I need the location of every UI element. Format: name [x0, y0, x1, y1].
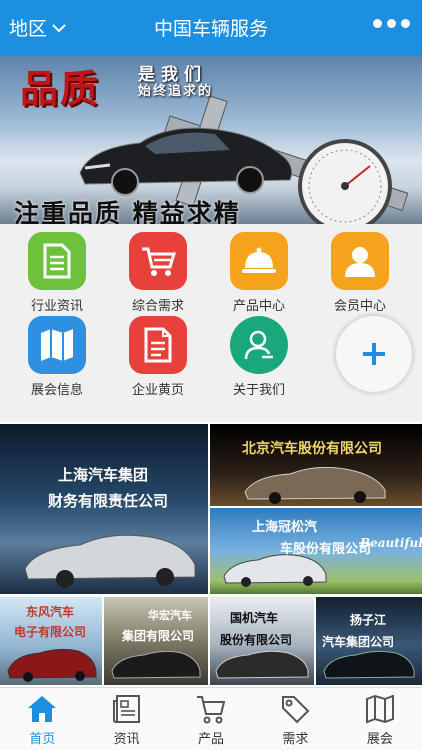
hero-banner[interactable]: 品质 是我们 始终追求的 注重品质 精益求精 — [0, 56, 422, 224]
ad-text-line1: 东风汽车 — [26, 605, 75, 619]
grid-item-yellow-pages[interactable]: 企业黄页 — [116, 316, 200, 398]
grid-item-about-us[interactable]: 关于我们 — [217, 316, 301, 398]
cloche-icon — [230, 232, 288, 290]
ad-banner-saic-finance[interactable]: 上海汽车集团 财务有限责任公司 — [0, 424, 208, 594]
dot-icon — [387, 19, 396, 28]
grid-item-demands[interactable]: 综合需求 — [116, 232, 200, 314]
plus-icon — [363, 343, 385, 365]
person-icon — [230, 316, 288, 374]
dot-icon — [373, 19, 382, 28]
page-icon — [129, 316, 187, 374]
ad-text-line1: 华宏汽车 — [148, 609, 192, 622]
cart-icon — [129, 232, 187, 290]
map-icon — [28, 316, 86, 374]
grid-item-label: 行业资讯 — [30, 299, 83, 314]
tag-icon — [282, 696, 310, 724]
ad-text-line2: 财务有限责任公司 — [48, 492, 169, 510]
category-grid: 行业资讯 综合需求 产品中心 会员中心 展会信息 企业黄页 关于我们 — [0, 224, 422, 422]
ad-text-en: Beautiful — [360, 536, 422, 550]
grid-item-label: 会员中心 — [333, 299, 386, 314]
ad-banner-guansong[interactable]: 上海冠松汽 车股份有限公司 Beautiful — [210, 508, 422, 594]
ad-text-line1: 上海冠松汽 — [252, 520, 318, 535]
banner-tagline-2: 始终追求的 — [138, 84, 214, 99]
nav-item-news[interactable]: 资讯 — [84, 688, 168, 750]
ad-text-line1: 上海汽车集团 — [58, 466, 149, 484]
dot-icon — [401, 19, 410, 28]
nav-item-exhibitions[interactable]: 展会 — [338, 688, 422, 750]
ad-text: 北京汽车股份有限公司 — [242, 441, 382, 457]
car-image — [79, 127, 293, 196]
ad-banner-yangtze[interactable]: 扬子江 汽车集团公司 — [316, 597, 422, 685]
grid-item-label: 产品中心 — [232, 299, 285, 314]
nav-item-label: 资讯 — [113, 732, 140, 747]
ad-text-line2: 股份有限公司 — [220, 633, 293, 647]
grid-item-label: 关于我们 — [232, 383, 285, 398]
banner-slogan: 注重品质 精益求精 — [14, 199, 241, 224]
cart-icon — [197, 696, 226, 724]
ad-banner-huahong[interactable]: 华宏汽车 集团有限公司 — [104, 597, 208, 685]
grid-item-industry-news[interactable]: 行业资讯 — [15, 232, 99, 314]
bottom-nav: 首页 资讯 产品 需求 展会 — [0, 687, 422, 750]
ad-text-line2: 集团有限公司 — [122, 629, 195, 643]
more-menu-button[interactable] — [373, 19, 410, 28]
page-title: 中国车辆服务 — [153, 18, 268, 40]
ad-text-line2: 车股份有限公司 — [280, 542, 372, 557]
nav-item-home[interactable]: 首页 — [0, 688, 84, 750]
nav-item-products[interactable]: 产品 — [169, 688, 253, 750]
map-icon — [365, 694, 394, 724]
ad-banner-baic[interactable]: 北京汽车股份有限公司 — [210, 424, 422, 506]
nav-item-demands[interactable]: 需求 — [253, 688, 337, 750]
top-bar: 地区 中国车辆服务 — [0, 0, 422, 56]
ad-banner-dongfeng[interactable]: 东风汽车 电子有限公司 — [0, 597, 102, 685]
nav-item-label: 首页 — [29, 732, 56, 747]
home-icon — [28, 696, 57, 722]
grid-item-exhibitions[interactable]: 展会信息 — [15, 316, 99, 398]
nav-item-label: 展会 — [366, 732, 393, 747]
ad-text-line2: 汽车集团公司 — [322, 635, 395, 649]
grid-item-label: 综合需求 — [131, 299, 184, 314]
grid-item-label: 展会信息 — [30, 383, 83, 398]
ad-text-line1: 国机汽车 — [230, 611, 279, 625]
ad-text-line1: 扬子江 — [350, 613, 387, 627]
document-icon — [28, 232, 86, 290]
grid-item-products[interactable]: 产品中心 — [217, 232, 301, 314]
ad-text-line2: 电子有限公司 — [14, 625, 87, 639]
grid-item-members[interactable]: 会员中心 — [318, 232, 402, 314]
nav-item-label: 产品 — [198, 732, 225, 747]
user-icon — [331, 232, 389, 290]
banner-headline: 品质 — [20, 66, 101, 111]
ad-banner-sinomach[interactable]: 国机汽车 股份有限公司 — [210, 597, 314, 685]
grid-item-label: 企业黄页 — [131, 383, 184, 398]
nav-item-label: 需求 — [282, 732, 309, 747]
add-more-button[interactable] — [336, 316, 412, 392]
newspaper-icon — [112, 695, 140, 723]
